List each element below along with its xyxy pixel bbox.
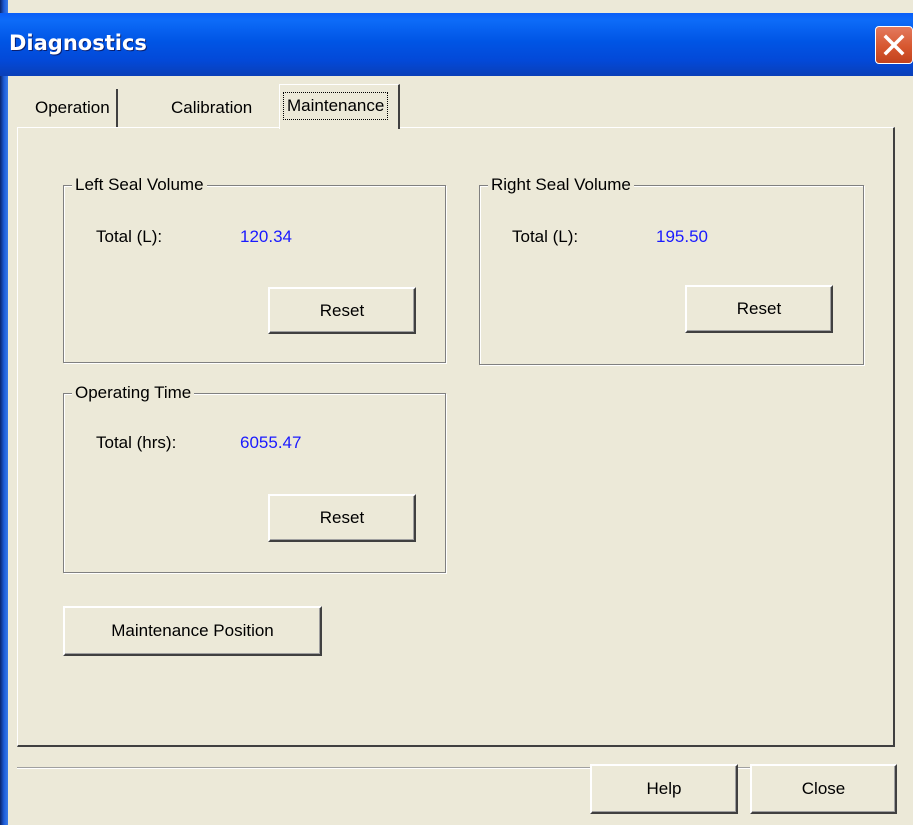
right-seal-volume-title: Right Seal Volume (488, 174, 634, 196)
window-border (0, 0, 8, 825)
window-title: Diagnostics (9, 31, 147, 55)
tab-maintenance[interactable]: Maintenance (279, 84, 401, 129)
tab-operation[interactable]: Operation (29, 89, 118, 127)
tab-maintenance-label: Maintenance (283, 92, 389, 120)
operating-time-reset-button[interactable]: Reset (268, 494, 416, 542)
right-seal-reset-button[interactable]: Reset (685, 285, 833, 333)
close-button[interactable]: Close (750, 764, 897, 814)
close-window-button[interactable] (875, 26, 913, 64)
left-seal-volume-group: Left Seal Volume (63, 174, 446, 363)
left-seal-total-label: Total (L): (96, 227, 163, 246)
left-seal-volume-title: Left Seal Volume (72, 174, 207, 196)
help-button[interactable]: Help (590, 764, 738, 814)
left-seal-reset-button[interactable]: Reset (268, 287, 416, 334)
operating-time-total-label: Total (hrs): (96, 433, 177, 452)
tab-calibration[interactable]: Calibration (165, 89, 258, 127)
close-icon (883, 34, 905, 56)
left-seal-total-value: 120.34 (240, 227, 292, 246)
title-bar[interactable]: Diagnostics (0, 13, 913, 76)
diagnostics-dialog: Diagnostics Operation Calibration Mainte… (0, 0, 913, 825)
operating-time-total-value: 6055.47 (240, 433, 302, 452)
operating-time-title: Operating Time (72, 382, 195, 404)
operating-time-group: Operating Time (63, 382, 446, 573)
maintenance-position-button[interactable]: Maintenance Position (63, 606, 322, 656)
right-seal-total-label: Total (L): (512, 227, 579, 246)
right-seal-total-value: 195.50 (656, 227, 708, 246)
right-seal-volume-group: Right Seal Volume (479, 174, 864, 365)
